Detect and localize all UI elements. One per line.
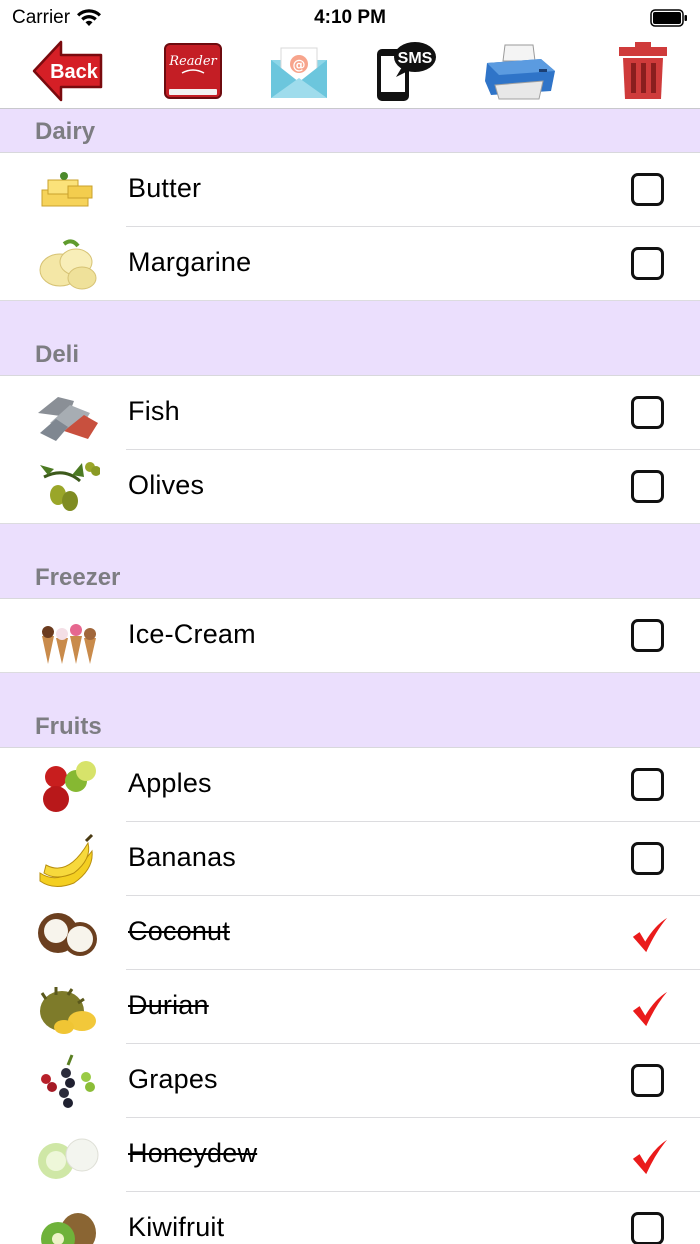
ice-cream-icon [34, 606, 100, 666]
reader-book-icon: Reader [164, 43, 222, 99]
delete-button[interactable] [612, 38, 674, 104]
durian-icon [34, 977, 100, 1037]
back-label: Back [50, 61, 99, 83]
sms-label: SMS [398, 50, 433, 67]
battery-icon [650, 9, 687, 27]
olives-icon [34, 457, 101, 517]
list-item[interactable]: Butter [0, 153, 700, 227]
status-bar: Carrier 4:10 PM [0, 0, 700, 34]
item-checkbox[interactable] [631, 396, 666, 431]
reader-button[interactable]: Reader [160, 38, 226, 104]
printer-icon [485, 44, 555, 100]
margarine-icon [34, 234, 100, 294]
grocery-list[interactable]: Dairy Butter Margarine Deli Fish Olives Freeze… [0, 109, 700, 1244]
apples-icon [34, 755, 100, 815]
item-label: Olives [128, 470, 205, 500]
section-title: Freezer [35, 564, 121, 591]
honeydew-icon [34, 1125, 100, 1185]
item-label: Coconut [128, 916, 230, 946]
item-label: Bananas [128, 842, 236, 872]
list-item[interactable]: Honeydew [0, 1118, 700, 1192]
list-item[interactable]: Coconut [0, 896, 700, 970]
email-at-symbol: @ [293, 58, 306, 73]
section-header: Freezer [0, 524, 700, 599]
item-label: Ice-Cream [128, 619, 256, 649]
item-checkbox[interactable] [631, 619, 666, 654]
item-checkbox[interactable] [631, 247, 666, 282]
item-checkbox[interactable] [631, 768, 666, 803]
checkmark-icon[interactable] [631, 990, 668, 1027]
print-button[interactable] [480, 38, 560, 104]
email-icon: @ [271, 47, 327, 98]
trash-icon [619, 42, 667, 99]
list-item[interactable]: Durian [0, 970, 700, 1044]
item-checkbox[interactable] [631, 470, 666, 505]
status-time: 4:10 PM [314, 7, 386, 28]
bananas-icon [34, 829, 100, 889]
butter-icon [34, 160, 100, 220]
item-label: Margarine [128, 247, 252, 277]
sms-button[interactable]: SMS [372, 38, 438, 104]
item-checkbox[interactable] [631, 842, 666, 877]
back-button[interactable]: Back [30, 38, 106, 104]
item-label: Apples [128, 768, 212, 798]
item-label: Fish [128, 396, 180, 426]
email-button[interactable]: @ [268, 38, 330, 104]
section-header: Fruits [0, 673, 700, 748]
item-label: Durian [128, 990, 209, 1020]
item-checkbox[interactable] [631, 173, 666, 208]
list-item[interactable]: Bananas [0, 822, 700, 896]
kiwifruit-icon [34, 1199, 100, 1244]
section-title: Dairy [35, 118, 96, 145]
list-item[interactable]: Ice-Cream [0, 599, 700, 673]
fish-icon [34, 383, 100, 443]
list-item[interactable]: Apples [0, 748, 700, 822]
list-item[interactable]: Fish [0, 376, 700, 450]
reader-label: Reader [168, 54, 217, 69]
checkmark-icon[interactable] [631, 916, 668, 953]
section-header: Dairy [0, 109, 700, 153]
item-label: Butter [128, 173, 202, 203]
section-header: Deli [0, 301, 700, 376]
section-title: Deli [35, 341, 80, 368]
item-label: Kiwifruit [128, 1212, 225, 1242]
coconut-icon [34, 903, 100, 963]
grapes-icon [34, 1051, 100, 1111]
item-checkbox[interactable] [631, 1212, 666, 1244]
item-label: Grapes [128, 1064, 218, 1094]
back-arrow-icon: Back [32, 40, 103, 102]
item-checkbox[interactable] [631, 1064, 666, 1099]
section-title: Fruits [35, 713, 102, 740]
toolbar: Back Reader @ SMS [0, 34, 700, 109]
sms-phone-icon: SMS [377, 42, 436, 101]
list-item[interactable]: Grapes [0, 1044, 700, 1118]
list-item[interactable]: Kiwifruit [0, 1192, 700, 1244]
checkmark-icon[interactable] [631, 1138, 668, 1175]
item-label: Honeydew [128, 1138, 258, 1168]
list-item[interactable]: Olives [0, 450, 700, 524]
list-item[interactable]: Margarine [0, 227, 700, 301]
